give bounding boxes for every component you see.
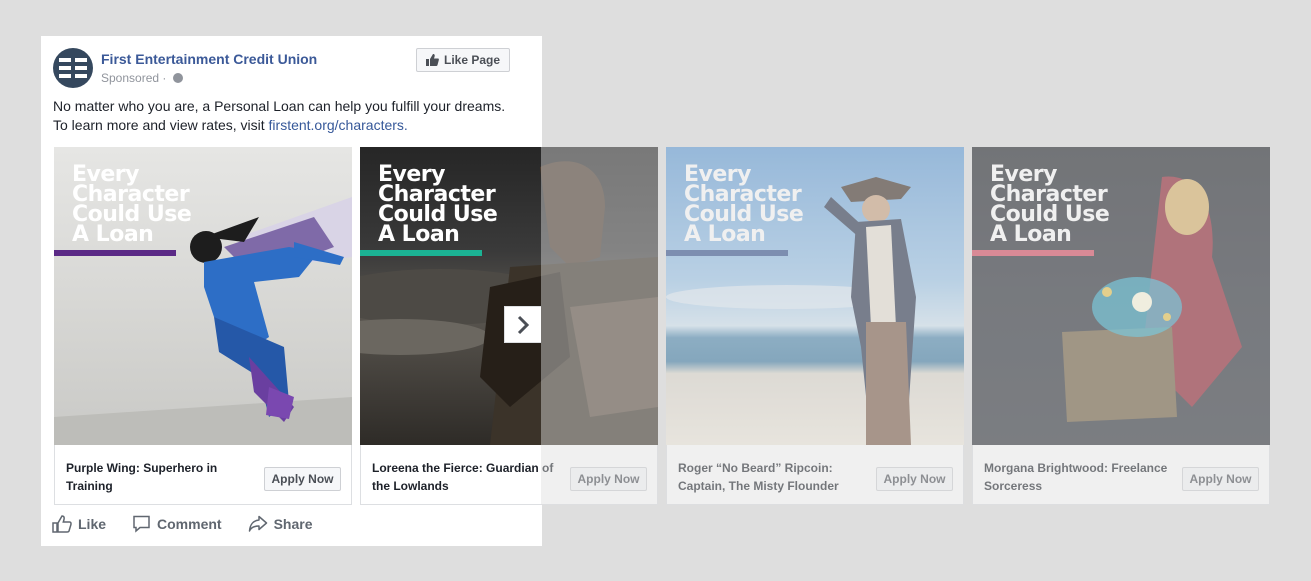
- post-text-line2: To learn more and view rates, visit firs…: [53, 116, 533, 135]
- thumbs-up-icon: [425, 54, 439, 66]
- caption-line: Sorceress: [984, 479, 1043, 493]
- card-image[interactable]: Every Character Could Use A Loan: [360, 147, 658, 445]
- apply-now-button[interactable]: Apply Now: [570, 467, 647, 491]
- apply-now-button[interactable]: Apply Now: [264, 467, 341, 491]
- card-headline: Every Character Could Use A Loan: [378, 164, 498, 247]
- card-image[interactable]: Every Character Could Use A Loan: [666, 147, 964, 445]
- caption-line: Training: [66, 479, 113, 493]
- card-caption[interactable]: Loreena the Fierce: Guardian of the Lowl…: [372, 459, 572, 495]
- like-page-label: Like Page: [443, 53, 501, 67]
- comment-button[interactable]: Comment: [132, 515, 222, 533]
- caption-line: Captain, The Misty Flounder: [678, 479, 839, 493]
- card-footer: Morgana Brightwood: Freelance Sorceress …: [972, 445, 1270, 505]
- caption-line: Roger “No Beard” Ripcoin:: [678, 461, 833, 475]
- like-button[interactable]: Like: [52, 515, 106, 533]
- share-button[interactable]: Share: [248, 515, 313, 533]
- apply-now-button[interactable]: Apply Now: [1182, 467, 1259, 491]
- caption-line: Loreena the Fierce: Guardian of: [372, 461, 554, 475]
- comment-bubble-icon: [133, 515, 150, 533]
- card-headline: Every Character Could Use A Loan: [72, 164, 192, 247]
- page-name-link[interactable]: First Entertainment Credit Union: [101, 51, 317, 67]
- card-image[interactable]: Every Character Could Use A Loan: [54, 147, 352, 445]
- accent-rule: [666, 250, 788, 256]
- post-text-line1: No matter who you are, a Personal Loan c…: [53, 98, 506, 114]
- accent-rule: [360, 250, 482, 256]
- headline-line: A Loan: [684, 222, 766, 247]
- card-caption[interactable]: Roger “No Beard” Ripcoin: Captain, The M…: [678, 459, 873, 495]
- card-caption[interactable]: Morgana Brightwood: Freelance Sorceress: [984, 459, 1179, 495]
- card-image[interactable]: Every Character Could Use A Loan: [972, 147, 1270, 445]
- post-body: No matter who you are, a Personal Loan c…: [53, 97, 533, 135]
- post-text-prefix: To learn more and view rates, visit: [53, 117, 269, 133]
- sponsored-text: Sponsored ·: [101, 71, 167, 85]
- share-label: Share: [273, 516, 313, 532]
- post-action-bar: Like Comment Share: [52, 515, 313, 533]
- like-page-button[interactable]: Like Page: [416, 48, 510, 72]
- accent-rule: [972, 250, 1094, 256]
- sponsored-label: Sponsored ·: [101, 71, 183, 85]
- caption-line: the Lowlands: [372, 479, 449, 493]
- comment-label: Comment: [157, 516, 222, 532]
- card-headline: Every Character Could Use A Loan: [684, 164, 804, 247]
- caption-line: Morgana Brightwood: Freelance: [984, 461, 1168, 475]
- share-arrow-icon: [248, 515, 267, 532]
- rates-link[interactable]: firstent.org/characters.: [269, 117, 408, 133]
- accent-rule: [54, 250, 176, 256]
- page-avatar[interactable]: [53, 48, 93, 88]
- card-footer: Purple Wing: Superhero in Training Apply…: [54, 445, 352, 505]
- apply-now-button[interactable]: Apply Now: [876, 467, 953, 491]
- chevron-right-icon: [517, 315, 530, 334]
- card-caption[interactable]: Purple Wing: Superhero in Training: [66, 459, 261, 495]
- like-label: Like: [78, 516, 107, 532]
- thumbs-up-icon: [52, 515, 72, 533]
- headline-line: A Loan: [990, 222, 1072, 247]
- carousel-card[interactable]: Every Character Could Use A Loan Morgana…: [972, 147, 1270, 505]
- card-footer: Roger “No Beard” Ripcoin: Captain, The M…: [666, 445, 964, 505]
- carousel-card[interactable]: Every Character Could Use A Loan Purple …: [54, 147, 352, 505]
- carousel-next-button[interactable]: [504, 306, 541, 343]
- carousel-card[interactable]: Every Character Could Use A Loan Roger “…: [666, 147, 964, 505]
- globe-icon: [172, 73, 183, 83]
- caption-line: Purple Wing: Superhero in: [66, 461, 218, 475]
- headline-line: A Loan: [72, 222, 154, 247]
- card-footer: Loreena the Fierce: Guardian of the Lowl…: [360, 445, 658, 505]
- card-headline: Every Character Could Use A Loan: [990, 164, 1110, 247]
- headline-line: A Loan: [378, 222, 460, 247]
